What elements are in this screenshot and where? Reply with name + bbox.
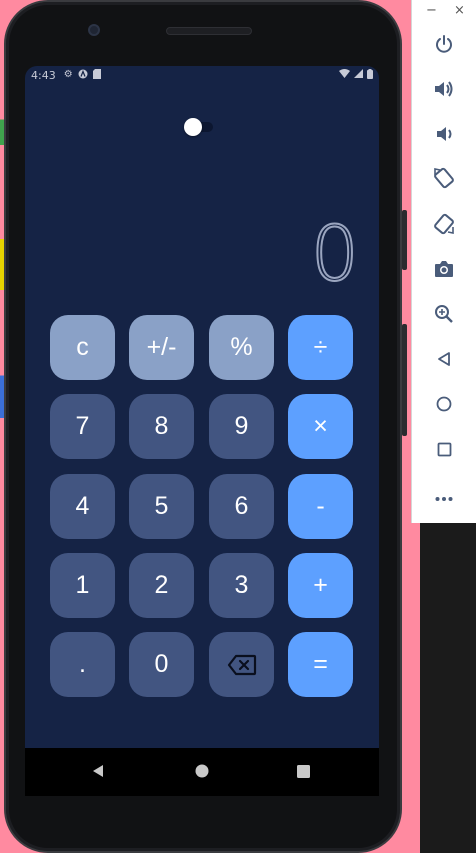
multiply-button[interactable]: × [288,394,353,459]
digit-4-button[interactable]: 4 [50,474,115,539]
percent-button[interactable]: % [209,315,274,380]
volume-down-button[interactable] [428,120,460,152]
camera-icon [434,260,454,282]
more-icon [435,487,453,506]
backspace-button[interactable] [209,632,274,697]
earpiece-speaker [166,27,252,35]
wifi-icon [339,69,350,82]
rotate-right-icon [433,213,455,239]
toolbar-home-button[interactable] [428,390,460,422]
divide-button[interactable]: ÷ [288,315,353,380]
home-circle-icon [195,763,209,782]
volume-up-icon [433,79,455,103]
screenshot-button[interactable] [428,255,460,287]
rotate-left-button[interactable] [428,164,460,196]
digit-2-button[interactable]: 2 [129,553,194,618]
overview-icon [437,442,452,461]
digit-5-button[interactable]: 5 [129,474,194,539]
back-icon [436,351,452,371]
notification-a-icon [78,69,88,82]
battery-icon [367,69,373,82]
more-options-button[interactable] [428,480,460,512]
power-side-button [402,210,407,270]
phone-screen: 4:43 ⚙ 0 c +/- % ÷ 7 8 9 × 4 5 6 - 1 2 3… [25,66,379,748]
toolbar-overview-button[interactable] [428,435,460,467]
add-button[interactable]: + [288,553,353,618]
digit-1-button[interactable]: 1 [50,553,115,618]
zoom-button[interactable] [428,300,460,332]
close-button[interactable]: × [454,3,465,18]
subtract-button[interactable]: - [288,474,353,539]
rotate-left-icon [433,167,455,193]
status-bar: 4:43 ⚙ [25,66,379,84]
minimize-button[interactable]: − [426,3,437,18]
nav-overview-button[interactable] [283,748,323,796]
back-triangle-icon [91,763,105,782]
digit-8-button[interactable]: 8 [129,394,194,459]
result-display: 0 [310,209,360,298]
settings-gear-icon: ⚙ [63,69,73,80]
android-nav-bar [25,748,379,796]
sd-card-icon [92,68,101,82]
digit-9-button[interactable]: 9 [209,394,274,459]
digit-0-button[interactable]: 0 [129,632,194,697]
home-icon [436,396,452,416]
desktop-background-right [420,523,476,853]
equals-button[interactable]: = [288,632,353,697]
status-time: 4:43 [31,68,56,82]
volume-side-button [402,324,407,436]
toggle-knob [184,118,202,136]
status-right [339,69,373,82]
digit-3-button[interactable]: 3 [209,553,274,618]
zoom-icon [434,304,454,328]
nav-back-button[interactable] [78,748,118,796]
power-icon [434,34,454,58]
power-button[interactable] [428,30,460,62]
volume-down-icon [434,124,454,148]
theme-toggle[interactable] [183,118,213,136]
sign-toggle-button[interactable]: +/- [129,315,194,380]
digit-7-button[interactable]: 7 [50,394,115,459]
toolbar-titlebar: − × [412,0,476,24]
toolbar-back-button[interactable] [428,345,460,377]
volume-up-button[interactable] [428,75,460,107]
overview-square-icon [296,763,310,782]
front-camera [88,24,100,36]
clear-button[interactable]: c [50,315,115,380]
nav-home-button[interactable] [182,748,222,796]
decimal-button[interactable]: . [50,632,115,697]
rotate-right-button[interactable] [428,210,460,242]
emulator-toolbar: − × [411,0,476,523]
digit-6-button[interactable]: 6 [209,474,274,539]
signal-icon [354,69,363,82]
backspace-icon [227,654,257,676]
